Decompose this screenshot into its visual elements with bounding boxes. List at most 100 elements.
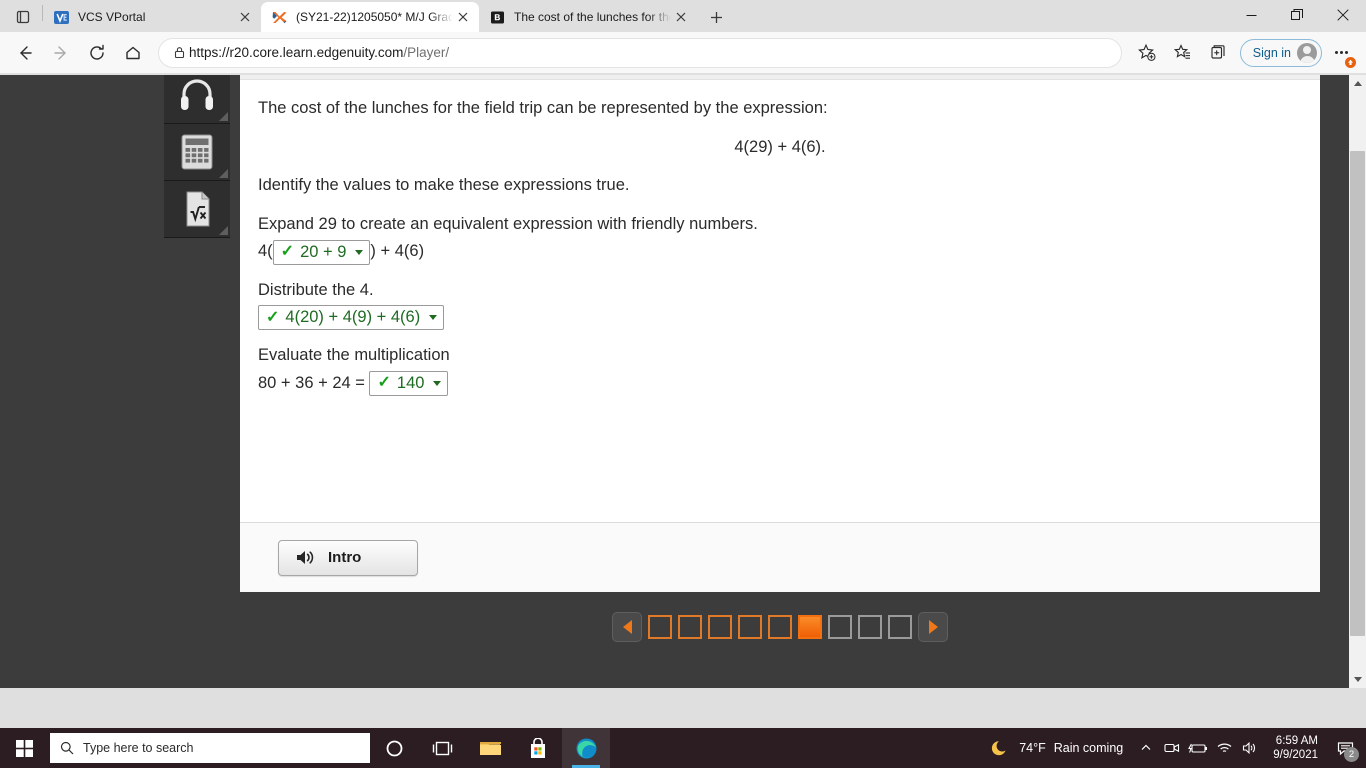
notification-center-button[interactable]: 2 (1328, 728, 1362, 768)
scrollbar-thumb[interactable] (1350, 151, 1365, 636)
minimize-button[interactable] (1228, 0, 1274, 30)
browser-tab-2-title: (SY21-22)1205050* M/J Grade 7 (296, 10, 453, 24)
headphones-icon (181, 79, 213, 110)
chevron-right-icon (928, 620, 938, 634)
step2-prompt: Distribute the 4. (258, 280, 374, 299)
step3-prefix: 80 + 36 + 24 = (258, 373, 365, 392)
caret-down-icon (1353, 677, 1362, 682)
lesson-tool-rail (164, 75, 230, 238)
intro-audio-label: Intro (328, 549, 362, 566)
close-icon[interactable] (235, 7, 255, 27)
browser-window: VCS VPortal (SY21-22)1205050* M/J Grade … (0, 0, 1366, 728)
taskbar-clock[interactable]: 6:59 AM 9/9/2021 (1263, 734, 1328, 762)
chevron-down-icon (433, 381, 442, 387)
vcs-vportal-favicon (53, 9, 70, 26)
intro-audio-button[interactable]: Intro (278, 539, 418, 576)
step1-prefix: 4( (258, 242, 273, 261)
vertical-scrollbar[interactable] (1349, 75, 1366, 688)
browser-tab-1[interactable]: VCS VPortal (43, 2, 261, 32)
collections-icon[interactable] (1202, 36, 1236, 70)
restore-button[interactable] (1274, 0, 1320, 30)
sign-in-label: Sign in (1252, 45, 1291, 60)
clock-time: 6:59 AM (1275, 735, 1318, 747)
back-icon[interactable] (8, 36, 42, 70)
step3-answer-dropdown[interactable]: ✓ 140 (369, 371, 449, 397)
step1-answer-dropdown[interactable]: ✓ 20 + 9 (272, 239, 371, 265)
avatar (1297, 42, 1317, 63)
step-indicator-4[interactable] (738, 615, 762, 639)
update-badge (1345, 56, 1356, 68)
system-tray: 74°F Rain coming 6:59 AM 9/9/2021 2 (985, 728, 1366, 768)
edge-icon[interactable] (562, 728, 610, 768)
taskbar-search-box[interactable]: Type here to search (50, 733, 370, 763)
settings-and-more-button[interactable] (1324, 36, 1358, 70)
correct-check-icon: ✓ (266, 308, 280, 326)
main-expression: 4(29) + 4(6). (734, 137, 826, 156)
windows-taskbar: Type here to search 74°F Rain coming 6:5… (0, 728, 1366, 768)
close-icon[interactable] (453, 7, 473, 27)
add-favorite-icon[interactable] (1130, 36, 1164, 70)
step-indicator-6[interactable] (798, 615, 822, 639)
microsoft-store-icon[interactable] (514, 728, 562, 768)
weather-condition: Rain coming (1053, 741, 1124, 755)
intro-paragraph: The cost of the lunches for the field tr… (258, 99, 828, 117)
step2-line: ✓ 4(20) + 4(9) + 4(6) (258, 305, 1302, 331)
clock-date: 9/9/2021 (1273, 749, 1318, 761)
browser-tab-2[interactable]: (SY21-22)1205050* M/J Grade 7 (261, 2, 479, 32)
step-indicator-5[interactable] (768, 615, 792, 639)
refresh-icon[interactable] (80, 36, 114, 70)
task-view-icon[interactable] (418, 728, 466, 768)
close-button[interactable] (1320, 0, 1366, 30)
camera-icon[interactable] (1159, 728, 1185, 768)
favorites-icon[interactable] (1166, 36, 1200, 70)
moon-icon (992, 741, 1006, 756)
notification-count: 2 (1344, 747, 1359, 762)
next-step-button[interactable] (918, 612, 948, 642)
formula-sheet-icon (186, 191, 210, 227)
address-bar[interactable]: https://r20.core.learn.edgenuity.com/Pla… (158, 37, 1122, 68)
new-tab-button[interactable] (701, 3, 731, 31)
close-icon[interactable] (671, 7, 691, 27)
step3-answer-value: 140 (396, 374, 425, 393)
file-explorer-icon[interactable] (466, 728, 514, 768)
prev-step-button[interactable] (612, 612, 642, 642)
calculator-tool-button[interactable] (164, 124, 230, 181)
cortana-icon[interactable] (370, 728, 418, 768)
battery-icon[interactable] (1185, 728, 1211, 768)
headphones-tool-button[interactable] (164, 75, 230, 124)
show-hidden-icons-button[interactable] (1133, 728, 1159, 768)
browser-tab-3[interactable]: The cost of the lunches for the fi (479, 2, 697, 32)
step-navigation (240, 610, 1320, 644)
browser-tab-1-title: VCS VPortal (78, 10, 146, 24)
step-indicator-8[interactable] (858, 615, 882, 639)
weather-temperature: 74°F (1019, 741, 1046, 755)
step-indicator-2[interactable] (678, 615, 702, 639)
step-indicator-1[interactable] (648, 615, 672, 639)
home-icon[interactable] (116, 36, 150, 70)
scroll-down-button[interactable] (1349, 671, 1366, 688)
tab-search-icon[interactable] (4, 2, 42, 32)
step-indicator-9[interactable] (888, 615, 912, 639)
taskbar-search-placeholder: Type here to search (83, 741, 194, 755)
step1-answer-value: 20 + 9 (300, 242, 347, 261)
forward-icon[interactable] (44, 36, 78, 70)
wifi-icon[interactable] (1211, 728, 1237, 768)
address-bar-url: https://r20.core.learn.edgenuity.com/Pla… (189, 45, 450, 60)
sign-in-button[interactable]: Sign in (1239, 38, 1322, 67)
windows-logo-icon (15, 739, 33, 757)
search-icon (60, 741, 74, 755)
step1-prompt: Expand 29 to create an equivalent expres… (258, 214, 758, 233)
start-button[interactable] (0, 728, 48, 768)
step2-answer-dropdown[interactable]: ✓ 4(20) + 4(9) + 4(6) (258, 305, 445, 331)
step-indicator-3[interactable] (708, 615, 732, 639)
step3-line: 80 + 36 + 24 = ✓ 140 (258, 371, 1302, 397)
brainly-favicon (489, 9, 506, 26)
weather-widget[interactable]: 74°F Rain coming (985, 738, 1133, 758)
instruction-text: Identify the values to make these expres… (258, 176, 630, 195)
step-indicator-7[interactable] (828, 615, 852, 639)
lock-icon (169, 46, 189, 59)
scroll-up-button[interactable] (1349, 75, 1366, 92)
volume-icon[interactable] (1237, 728, 1263, 768)
formula-sheet-tool-button[interactable] (164, 181, 230, 238)
step2-answer-value: 4(20) + 4(9) + 4(6) (285, 308, 421, 327)
